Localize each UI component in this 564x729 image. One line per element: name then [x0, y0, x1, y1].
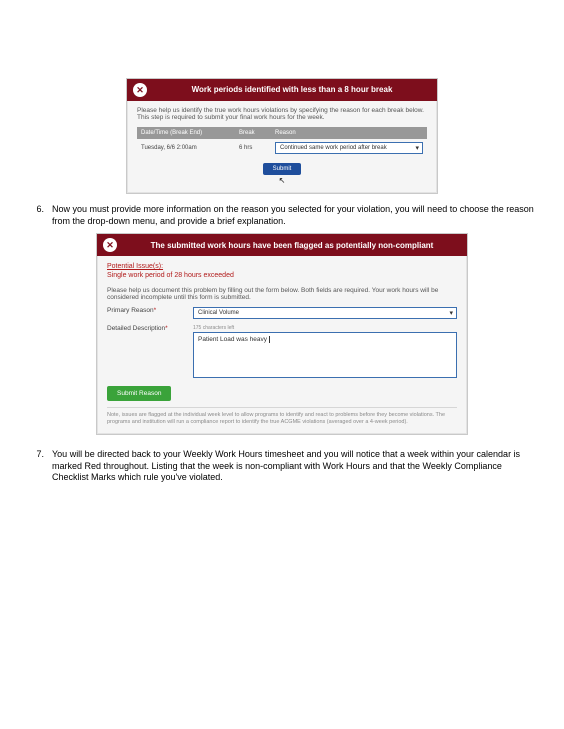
primary-reason-dropdown[interactable]: Clinical Volume — [193, 307, 457, 319]
table-row: Tuesday, 6/6 2:00am 6 hrs Continued same… — [137, 139, 427, 157]
step-7-number: 7. — [28, 449, 44, 484]
panel1-helptext: Please help us identify the true work ho… — [137, 107, 427, 121]
step-6-number: 6. — [28, 204, 44, 227]
panel1-title: Work periods identified with less than a… — [153, 85, 431, 95]
td-date: Tuesday, 6/6 2:00am — [137, 142, 235, 154]
flagged-hours-panel: ✕ The submitted work hours have been fla… — [96, 233, 468, 434]
panel2-header: ✕ The submitted work hours have been fla… — [97, 234, 467, 256]
submit-button[interactable]: Submit — [263, 163, 302, 175]
step-7-text: You will be directed back to your Weekly… — [52, 449, 536, 484]
detailed-description-textarea[interactable]: Patient Load was heavy — [193, 332, 457, 378]
primary-reason-label: Primary Reason* — [107, 307, 187, 314]
th-break: Break — [235, 127, 271, 139]
potential-issues-label: Potential Issue(s): — [107, 263, 163, 270]
detailed-description-label: Detailed Description* — [107, 325, 187, 332]
submit-reason-button[interactable]: Submit Reason — [107, 386, 171, 401]
step-6: 6. Now you must provide more information… — [28, 204, 536, 227]
td-break: 6 hrs — [235, 142, 271, 154]
close-icon[interactable]: ✕ — [103, 238, 117, 252]
table-header: Date/Time (Break End) Break Reason — [137, 127, 427, 139]
step-6-text: Now you must provide more information on… — [52, 204, 536, 227]
th-reason: Reason — [271, 127, 427, 139]
panel2-note: Note, issues are flagged at the individu… — [107, 407, 457, 426]
close-icon[interactable]: ✕ — [133, 83, 147, 97]
panel2-title: The submitted work hours have been flagg… — [123, 241, 461, 251]
cursor-icon: ↖ — [137, 176, 427, 185]
char-count: 175 characters left — [193, 325, 457, 331]
th-date: Date/Time (Break End) — [137, 127, 235, 139]
panel1-header: ✕ Work periods identified with less than… — [127, 79, 437, 101]
reason-dropdown[interactable]: Continued same work period after break — [275, 142, 423, 154]
potential-issues-text: Single work period of 28 hours exceeded — [107, 272, 234, 279]
step-7: 7. You will be directed back to your Wee… — [28, 449, 536, 484]
break-violation-panel: ✕ Work periods identified with less than… — [126, 78, 438, 194]
panel2-helptext: Please help us document this problem by … — [107, 287, 457, 301]
